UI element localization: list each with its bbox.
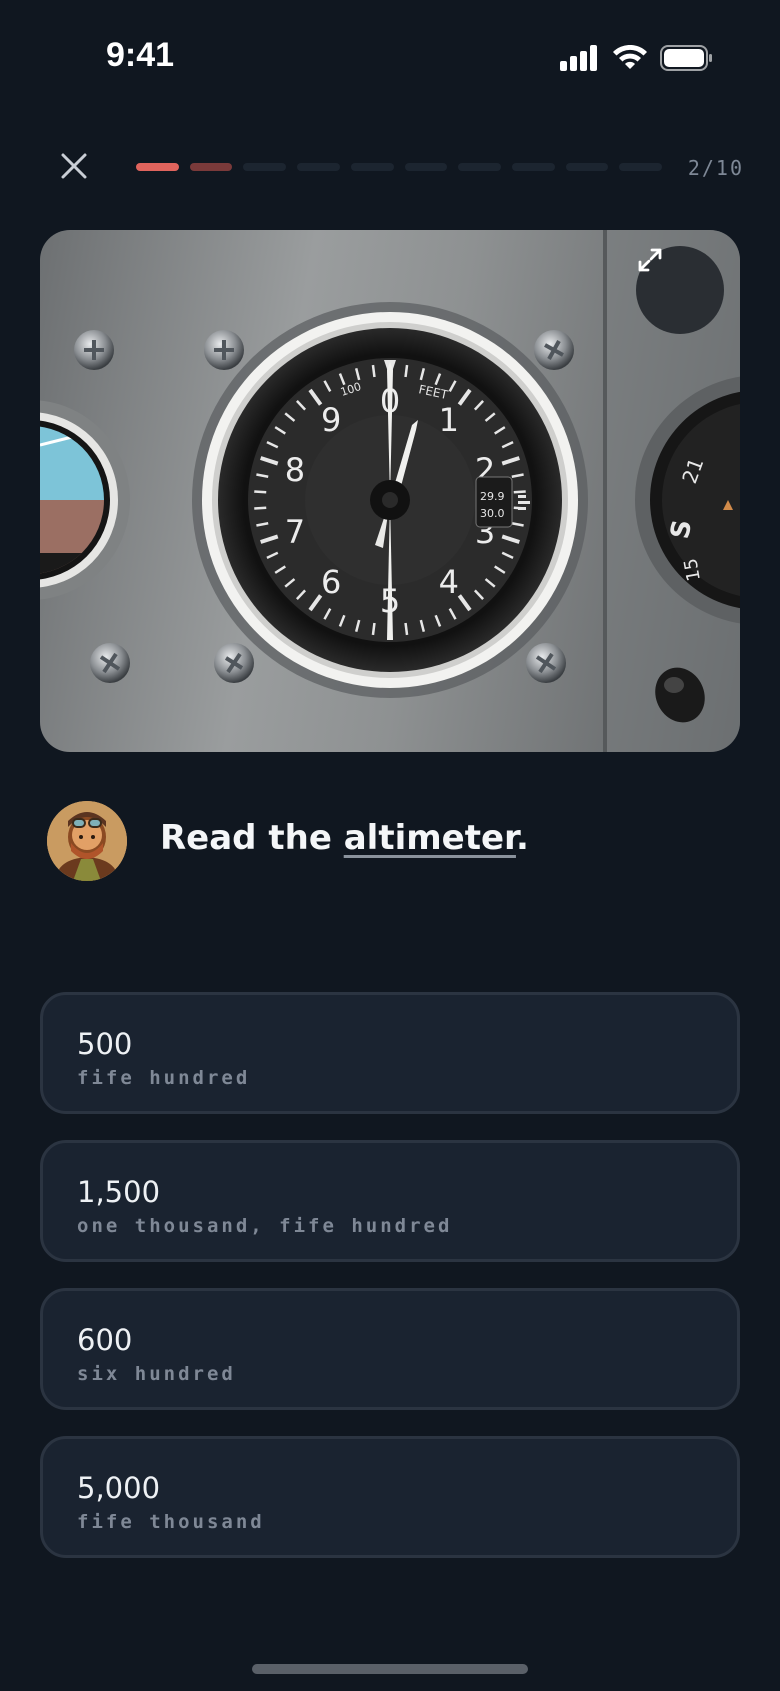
- answer-words: one thousand, fife hundred: [77, 1215, 453, 1237]
- wifi-icon: [613, 45, 647, 69]
- dial-number: 7: [285, 513, 305, 551]
- progress-segment: [511, 163, 555, 171]
- altimeter-image: 21 S 15 1 2 3 4 6 7 8 9 FEET 100 29.9 30…: [40, 230, 740, 752]
- lesson-progress-bar: [136, 163, 663, 173]
- status-time: 9:41: [106, 36, 175, 74]
- answer-option[interactable]: 1,500 one thousand, fife hundred: [40, 1140, 740, 1262]
- answer-option[interactable]: 5,000 fife thousand: [40, 1436, 740, 1558]
- dial-tick: [513, 490, 526, 494]
- progress-count: 2/10: [687, 156, 744, 180]
- question-suffix: .: [515, 818, 529, 858]
- answer-option[interactable]: 600 six hundred: [40, 1288, 740, 1410]
- expand-image-button[interactable]: [636, 246, 724, 334]
- svg-text:15: 15: [680, 557, 705, 583]
- answer-value: 1,500: [77, 1175, 161, 1209]
- cellular-signal-icon: [560, 45, 597, 71]
- altimeter-gauge: 0123456789 FEET 100 29.9 30.0: [192, 302, 588, 698]
- answer-words: fife hundred: [77, 1067, 251, 1089]
- kollsman-value: 30.0: [480, 507, 505, 520]
- progress-segment: [297, 163, 340, 171]
- question-prefix: Read the: [160, 818, 344, 858]
- expand-icon: [638, 248, 662, 272]
- answer-value: 500: [77, 1027, 133, 1061]
- dial-number: 9: [321, 401, 341, 439]
- answer-value: 5,000: [77, 1471, 161, 1505]
- close-icon: [61, 153, 87, 179]
- answer-option[interactable]: 500 fife hundred: [40, 992, 740, 1114]
- progress-segment: [565, 163, 609, 171]
- progress-segment: [458, 163, 501, 171]
- dial-tick: [254, 506, 267, 510]
- dial-tick: [404, 622, 409, 636]
- glossary-term-altimeter[interactable]: altimeter: [344, 818, 516, 858]
- progress-segment: [404, 163, 448, 171]
- dial-number: 8: [285, 451, 305, 489]
- progress-segment: [136, 163, 179, 171]
- question-prompt: Read the altimeter.: [160, 818, 529, 858]
- dial-number: 4: [439, 563, 459, 601]
- status-bar: 9:41: [0, 0, 780, 110]
- answer-words: fife thousand: [77, 1511, 265, 1533]
- pilot-avatar-icon: [47, 801, 127, 881]
- progress-segment: [189, 163, 233, 171]
- dial-tick: [404, 364, 409, 378]
- dial-tick: [254, 490, 267, 494]
- kollsman-value: 29.9: [480, 490, 505, 503]
- instrument-panel-illustration: 21 S 15 12346789 FEET 100 29.9 30.0: [40, 230, 740, 752]
- battery-icon: [660, 45, 712, 71]
- dial-number: 1: [439, 401, 459, 439]
- instructor-avatar: [47, 801, 127, 881]
- status-icons: [560, 44, 714, 72]
- progress-segment: [619, 163, 663, 171]
- answer-words: six hundred: [77, 1363, 236, 1385]
- progress-segment: [350, 163, 394, 171]
- dial-tick: [371, 622, 376, 636]
- dial-tick: [371, 364, 376, 378]
- home-indicator: [252, 1664, 528, 1674]
- close-button[interactable]: [56, 148, 92, 184]
- answer-value: 600: [77, 1323, 133, 1357]
- dial-number: 6: [321, 563, 341, 601]
- progress-segment: [243, 163, 287, 171]
